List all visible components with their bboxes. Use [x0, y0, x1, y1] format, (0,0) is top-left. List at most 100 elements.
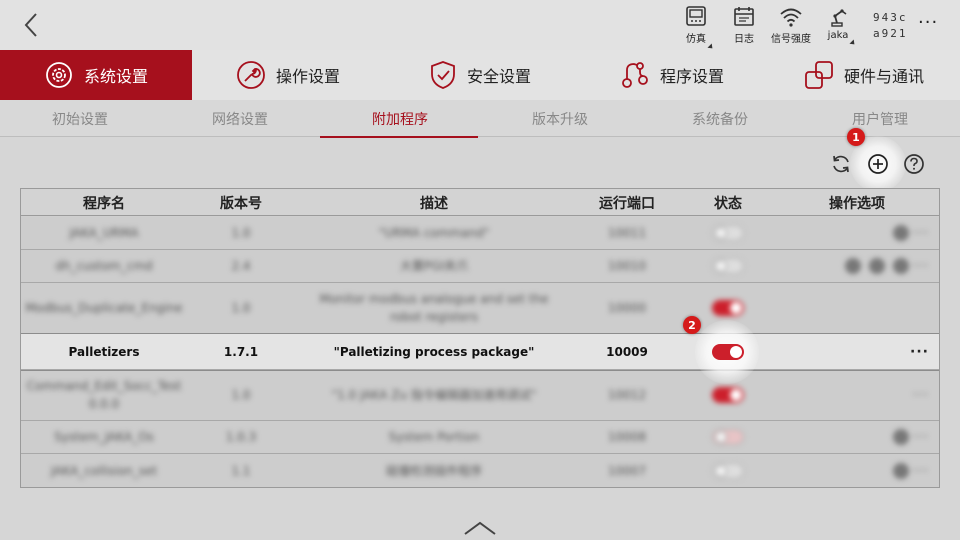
log-status[interactable]: 日志: [720, 6, 768, 45]
more-actions-button[interactable]: ···: [913, 428, 929, 446]
cell-port: 10010: [607, 259, 647, 273]
signal-status[interactable]: 信号强度: [767, 6, 815, 45]
cell-port: 10012: [607, 388, 647, 402]
cell-actions: ···: [775, 421, 939, 453]
tab-label: 操作设置: [275, 67, 340, 86]
chevron-left-icon: [24, 13, 37, 37]
cell-version: 1.0.3: [225, 430, 257, 444]
status-toggle[interactable]: [712, 429, 744, 445]
more-actions-button[interactable]: ···: [913, 257, 929, 275]
tab-operation-settings[interactable]: 操作设置: [192, 50, 384, 100]
cell-name: Palletizers: [68, 344, 140, 359]
status-toggle[interactable]: [712, 225, 744, 241]
subtab-addon-programs[interactable]: 附加程序: [320, 100, 480, 138]
serial-line: a921: [873, 27, 908, 40]
status-toggle[interactable]: [712, 258, 744, 274]
action-icon[interactable]: [892, 258, 909, 274]
status-toggle[interactable]: [712, 387, 744, 403]
cell-name: JAKA_collision_set: [50, 463, 158, 478]
status-label: jaka: [827, 30, 849, 41]
action-icon[interactable]: [892, 225, 909, 241]
table-row[interactable]: JAKA_collision_set 1.1 碰撞检测插件程序 10007 ··…: [21, 454, 939, 487]
chevron-up-icon: [464, 521, 496, 535]
cell-description: "1.0 JAKA Zu 指令编辑器加速用调试": [331, 388, 537, 402]
addon-program-table: 程序名 版本号 描述 运行端口 状态 操作选项 JAKA_URMA 1.0 "U…: [20, 188, 940, 488]
help-button[interactable]: [902, 152, 926, 176]
program-icon: [622, 62, 648, 88]
more-actions-button[interactable]: ···: [913, 224, 929, 242]
robot-arm-icon: [831, 9, 847, 27]
tab-safety-settings[interactable]: 安全设置: [384, 50, 576, 100]
more-actions-button[interactable]: ···: [910, 343, 929, 361]
cell-version: 1.1: [231, 463, 251, 478]
add-program-button[interactable]: [866, 152, 890, 176]
tab-label: 系统设置: [83, 67, 148, 86]
wrench-icon: [237, 61, 265, 89]
simulation-status[interactable]: 仿真: [672, 6, 720, 51]
subtab-user-management[interactable]: 用户管理: [800, 100, 960, 137]
step-marker-1: 1: [847, 128, 865, 146]
cell-actions: ···: [775, 334, 939, 369]
cell-actions: [775, 283, 939, 333]
cell-version: 1.7.1: [223, 344, 259, 359]
cell-description: System Portion: [388, 430, 480, 444]
wifi-icon: [780, 8, 802, 27]
status-label: 信号强度: [771, 34, 811, 45]
serial-code: 943c a921: [873, 10, 908, 42]
subtab-initial-settings[interactable]: 初始设置: [0, 100, 160, 137]
status-toggle[interactable]: [712, 343, 744, 360]
action-icon[interactable]: [892, 462, 909, 479]
status-toggle[interactable]: [712, 462, 744, 479]
action-icon[interactable]: [892, 429, 909, 445]
cell-actions: ···: [775, 250, 939, 282]
table-row[interactable]: JAKA_URMA 1.0 "URMA command" 10011 ···: [21, 217, 939, 250]
tab-hardware-comm[interactable]: 硬件与通讯: [768, 50, 960, 100]
table-row-palletizers[interactable]: Palletizers 1.7.1 "Palletizing process p…: [21, 320, 939, 384]
cell-port: 10007: [607, 463, 647, 478]
hardware-icon: [805, 61, 833, 89]
step-marker-2: 2: [683, 316, 701, 334]
cell-description: "Palletizing process package": [333, 344, 535, 359]
subtab-system-backup[interactable]: 系统备份: [640, 100, 800, 137]
cell-actions: ···: [775, 370, 939, 420]
more-menu-button[interactable]: ···: [918, 12, 938, 33]
tab-label: 硬件与通讯: [843, 67, 924, 86]
cell-name: Modbus_Duplicate_Engine: [25, 301, 183, 315]
action-icon[interactable]: [868, 258, 885, 274]
cell-version: 2.4: [231, 259, 251, 273]
cell-description: 大寰PGI夹爪: [399, 259, 469, 273]
tab-label: 程序设置: [659, 67, 724, 86]
action-icon[interactable]: [844, 258, 861, 274]
cell-name: JAKA_URMA: [69, 226, 139, 240]
main-nav: 系统设置 操作设置 安全设置 程序设置 硬件与通讯: [0, 50, 960, 100]
subtab-network-settings[interactable]: 网络设置: [160, 100, 320, 137]
subtab-version-upgrade[interactable]: 版本升级: [480, 100, 640, 137]
tab-label: 安全设置: [466, 67, 531, 86]
more-actions-button[interactable]: ···: [913, 386, 929, 404]
status-label: 仿真: [686, 34, 706, 45]
table-row[interactable]: Command_Edit_Socc_Test 0.0.0 1.0 "1.0 JA…: [21, 370, 939, 421]
back-button[interactable]: [16, 8, 46, 42]
robot-status[interactable]: jaka: [814, 6, 862, 47]
shield-icon: [431, 61, 455, 89]
caret-icon: [849, 39, 857, 47]
top-bar: 仿真 日志 信号强度 jaka 943c a921 ···: [0, 0, 960, 51]
cell-description: "URMA command": [378, 226, 490, 240]
more-actions-button[interactable]: ···: [913, 462, 929, 480]
status-toggle[interactable]: [712, 300, 744, 316]
table-row[interactable]: System_JAKA_Os 1.0.3 System Portion 1000…: [21, 421, 939, 454]
cell-description: Monitor modbus analogue and set the robo…: [319, 292, 549, 324]
table-row[interactable]: Modbus_Duplicate_Engine 1.0 Monitor modb…: [21, 283, 939, 334]
refresh-icon: [833, 155, 849, 173]
cell-status: [681, 421, 775, 453]
tab-system-settings[interactable]: 系统设置: [0, 50, 192, 100]
cell-version: 1.0: [231, 301, 251, 315]
expand-panel-button[interactable]: [462, 518, 498, 538]
table-row[interactable]: dh_custom_cmd 2.4 大寰PGI夹爪 10010 ···: [21, 250, 939, 283]
cell-port: 10011: [607, 226, 647, 240]
tab-program-settings[interactable]: 程序设置: [576, 50, 768, 100]
serial-line: 943c: [873, 11, 908, 24]
cell-status: [681, 250, 775, 282]
monitor-icon: [686, 6, 706, 26]
log-icon: [734, 7, 754, 26]
